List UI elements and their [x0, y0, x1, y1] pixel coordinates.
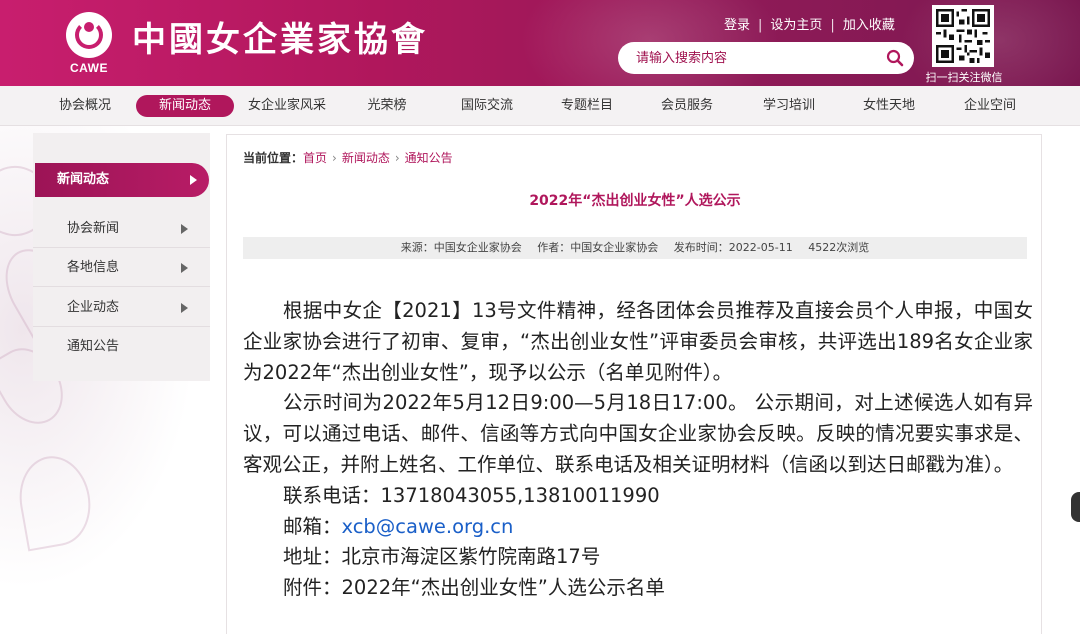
set-homepage-link[interactable]: 设为主页 — [770, 18, 822, 33]
nav-item-training[interactable]: 学习培训 — [754, 95, 824, 117]
nav-item-topics[interactable]: 专题栏目 — [552, 95, 622, 117]
chevron-right-icon: › — [394, 151, 400, 165]
caret-right-icon — [181, 263, 188, 273]
top-links: 登录 | 设为主页 | 加入收藏 — [724, 14, 895, 33]
nav-item-enterprise[interactable]: 企业空间 — [955, 95, 1025, 117]
caret-right-icon — [181, 303, 188, 313]
sidebar-item-label: 通知公告 — [67, 339, 120, 354]
sidebar-item-association-news[interactable]: 协会新闻 — [33, 209, 210, 248]
add-favorite-link[interactable]: 加入收藏 — [843, 18, 895, 33]
contact-address: 地址：北京市海淀区紫竹院南路17号 — [283, 545, 601, 569]
sidebar-heading-news[interactable]: 新闻动态 — [35, 163, 209, 197]
article-date: 发布时间：2022-05-11 — [673, 241, 793, 254]
sidebar-item-local-info[interactable]: 各地信息 — [33, 248, 210, 287]
article-author: 作者：中国女企业家协会 — [537, 241, 659, 254]
chevron-right-icon: › — [332, 151, 337, 165]
sidebar-item-enterprise-news[interactable]: 企业动态 — [33, 288, 210, 327]
search-box — [618, 42, 914, 74]
article-meta: 来源：中国女企业家协会 作者：中国女企业家协会 发布时间：2022-05-11 … — [243, 237, 1027, 259]
sidebar-item-label: 协会新闻 — [67, 221, 120, 236]
breadcrumb-label: 当前位置： — [243, 151, 304, 165]
qr-caption: 扫一扫关注微信 — [925, 71, 1003, 84]
nav-item-about[interactable]: 协会概况 — [50, 95, 120, 117]
logo-icon[interactable] — [66, 12, 112, 58]
nav-item-member-services[interactable]: 会员服务 — [652, 95, 722, 117]
search-icon[interactable] — [886, 49, 904, 67]
logo-abbreviation: CAWE — [70, 61, 108, 75]
email-link[interactable]: xcb@cawe.org.cn — [342, 515, 514, 538]
login-link[interactable]: 登录 — [724, 18, 750, 33]
sidebar-item-notices[interactable]: 通知公告 — [33, 327, 210, 366]
contact-email: 邮箱：xcb@cawe.org.cn — [243, 512, 1033, 543]
site-title[interactable]: 中國女企業家協會 — [132, 18, 428, 62]
main-nav: 协会概况 新闻动态 女企业家风采 光荣榜 国际交流 专题栏目 会员服务 学习培训… — [0, 86, 1080, 126]
breadcrumb-home-link[interactable]: 首页 — [303, 151, 327, 165]
article-paragraph: 公示时间为2022年5月12日9:00—5月18日17:00。 公示期间，对上述… — [243, 391, 1033, 476]
sidebar-item-label: 企业动态 — [67, 300, 120, 315]
article-title: 2022年“杰出创业女性”人选公示 — [529, 193, 741, 209]
nav-item-news[interactable]: 新闻动态 — [136, 95, 234, 117]
article-source: 来源：中国女企业家协会 — [400, 241, 522, 254]
nav-item-women[interactable]: 女性天地 — [854, 95, 924, 117]
sidebar-item-label: 各地信息 — [67, 260, 120, 275]
email-label: 邮箱： — [283, 514, 342, 538]
caret-right-icon — [190, 175, 197, 185]
nav-item-international[interactable]: 国际交流 — [452, 95, 522, 117]
search-input[interactable] — [636, 48, 876, 68]
article-paragraph: 根据中女企【2021】13号文件精神，经各团体会员推荐及直接会员个人申报，中国女… — [243, 299, 1033, 384]
nav-item-entrepreneurs[interactable]: 女企业家风采 — [240, 95, 334, 117]
article-views: 4522次浏览 — [808, 241, 870, 254]
divider: | — [830, 18, 835, 33]
article-body: 根据中女企【2021】13号文件精神，经各团体会员推荐及直接会员个人申报，中国女… — [243, 296, 1033, 604]
wechat-qr-code — [932, 5, 994, 67]
floral-decoration — [12, 450, 98, 552]
breadcrumb: 当前位置：首页 › 新闻动态 › 通知公告 — [243, 149, 453, 166]
divider: | — [758, 18, 763, 33]
attachment-link[interactable]: 附件：2022年“杰出创业女性”人选公示名单 — [243, 573, 1033, 604]
side-tab-handle[interactable] — [1071, 492, 1080, 522]
nav-item-honor-roll[interactable]: 光荣榜 — [352, 95, 422, 117]
sidebar-heading-label: 新闻动态 — [57, 172, 110, 187]
breadcrumb-news-link[interactable]: 新闻动态 — [342, 151, 390, 165]
site-header: CAWE 中國女企業家協會 登录|设为主页|加入收藏 扫一扫 — [0, 0, 1080, 86]
breadcrumb-notices-link[interactable]: 通知公告 — [405, 151, 453, 165]
caret-right-icon — [181, 224, 188, 234]
contact-phone: 联系电话：13718043055,13810011990 — [283, 483, 660, 507]
